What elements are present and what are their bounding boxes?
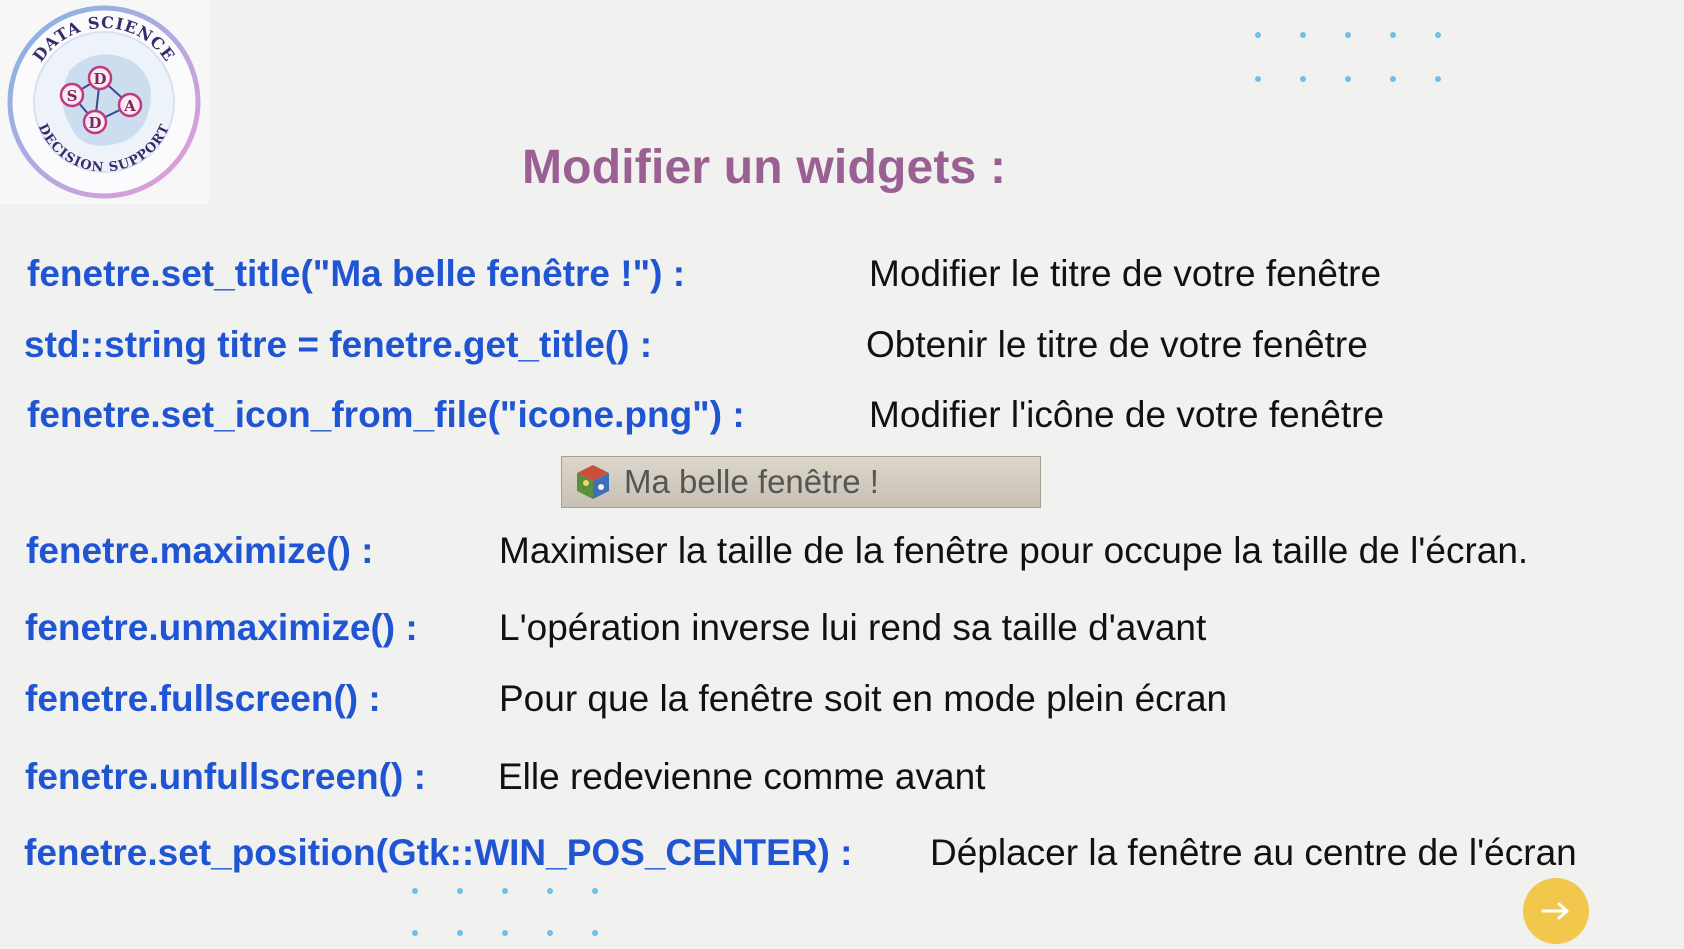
slide-title: Modifier un widgets : <box>522 141 1007 194</box>
code-unmaximize: fenetre.unmaximize() : <box>25 607 418 648</box>
logo-graphic: D S A D DATA SCIENCE DECISION SUPPORT <box>7 5 201 199</box>
decorative-dots-bottom <box>412 888 612 948</box>
code-set-position: fenetre.set_position(Gtk::WIN_POS_CENTER… <box>24 832 853 873</box>
desc-set-position: Déplacer la fenêtre au centre de l'écran <box>930 832 1577 873</box>
code-unfullscreen: fenetre.unfullscreen() : <box>25 756 426 797</box>
desc-fullscreen: Pour que la fenêtre soit en mode plein é… <box>499 678 1228 719</box>
data-science-logo: D S A D DATA SCIENCE DECISION SUPPORT <box>0 0 209 204</box>
next-slide-button[interactable] <box>1523 878 1589 944</box>
window-titlebar-example: Ma belle fenêtre ! <box>561 456 1041 508</box>
code-set-title: fenetre.set_title("Ma belle fenêtre !") … <box>27 253 686 294</box>
desc-unmaximize: L'opération inverse lui rend sa taille d… <box>499 607 1207 648</box>
decorative-dots-top <box>1255 32 1455 92</box>
arrow-right-icon <box>1541 902 1569 920</box>
desc-set-title: Modifier le titre de votre fenêtre <box>869 253 1382 294</box>
code-get-title: std::string titre = fenetre.get_title() … <box>24 324 653 365</box>
code-fullscreen: fenetre.fullscreen() : <box>25 678 381 719</box>
desc-set-icon: Modifier l'icône de votre fenêtre <box>869 394 1385 435</box>
logo-letter: A <box>123 97 136 115</box>
code-maximize: fenetre.maximize() : <box>26 530 374 571</box>
desc-get-title: Obtenir le titre de votre fenêtre <box>866 324 1368 365</box>
code-set-icon: fenetre.set_icon_from_file("icone.png") … <box>27 394 745 435</box>
desc-unfullscreen: Elle redevienne comme avant <box>498 756 986 797</box>
window-titlebar-text: Ma belle fenêtre ! <box>624 463 879 500</box>
app-cube-icon <box>577 465 609 499</box>
logo-letter: S <box>67 87 78 105</box>
desc-maximize: Maximiser la taille de la fenêtre pour o… <box>499 530 1529 571</box>
logo-letter: D <box>88 114 101 132</box>
logo-letter: D <box>93 70 106 88</box>
